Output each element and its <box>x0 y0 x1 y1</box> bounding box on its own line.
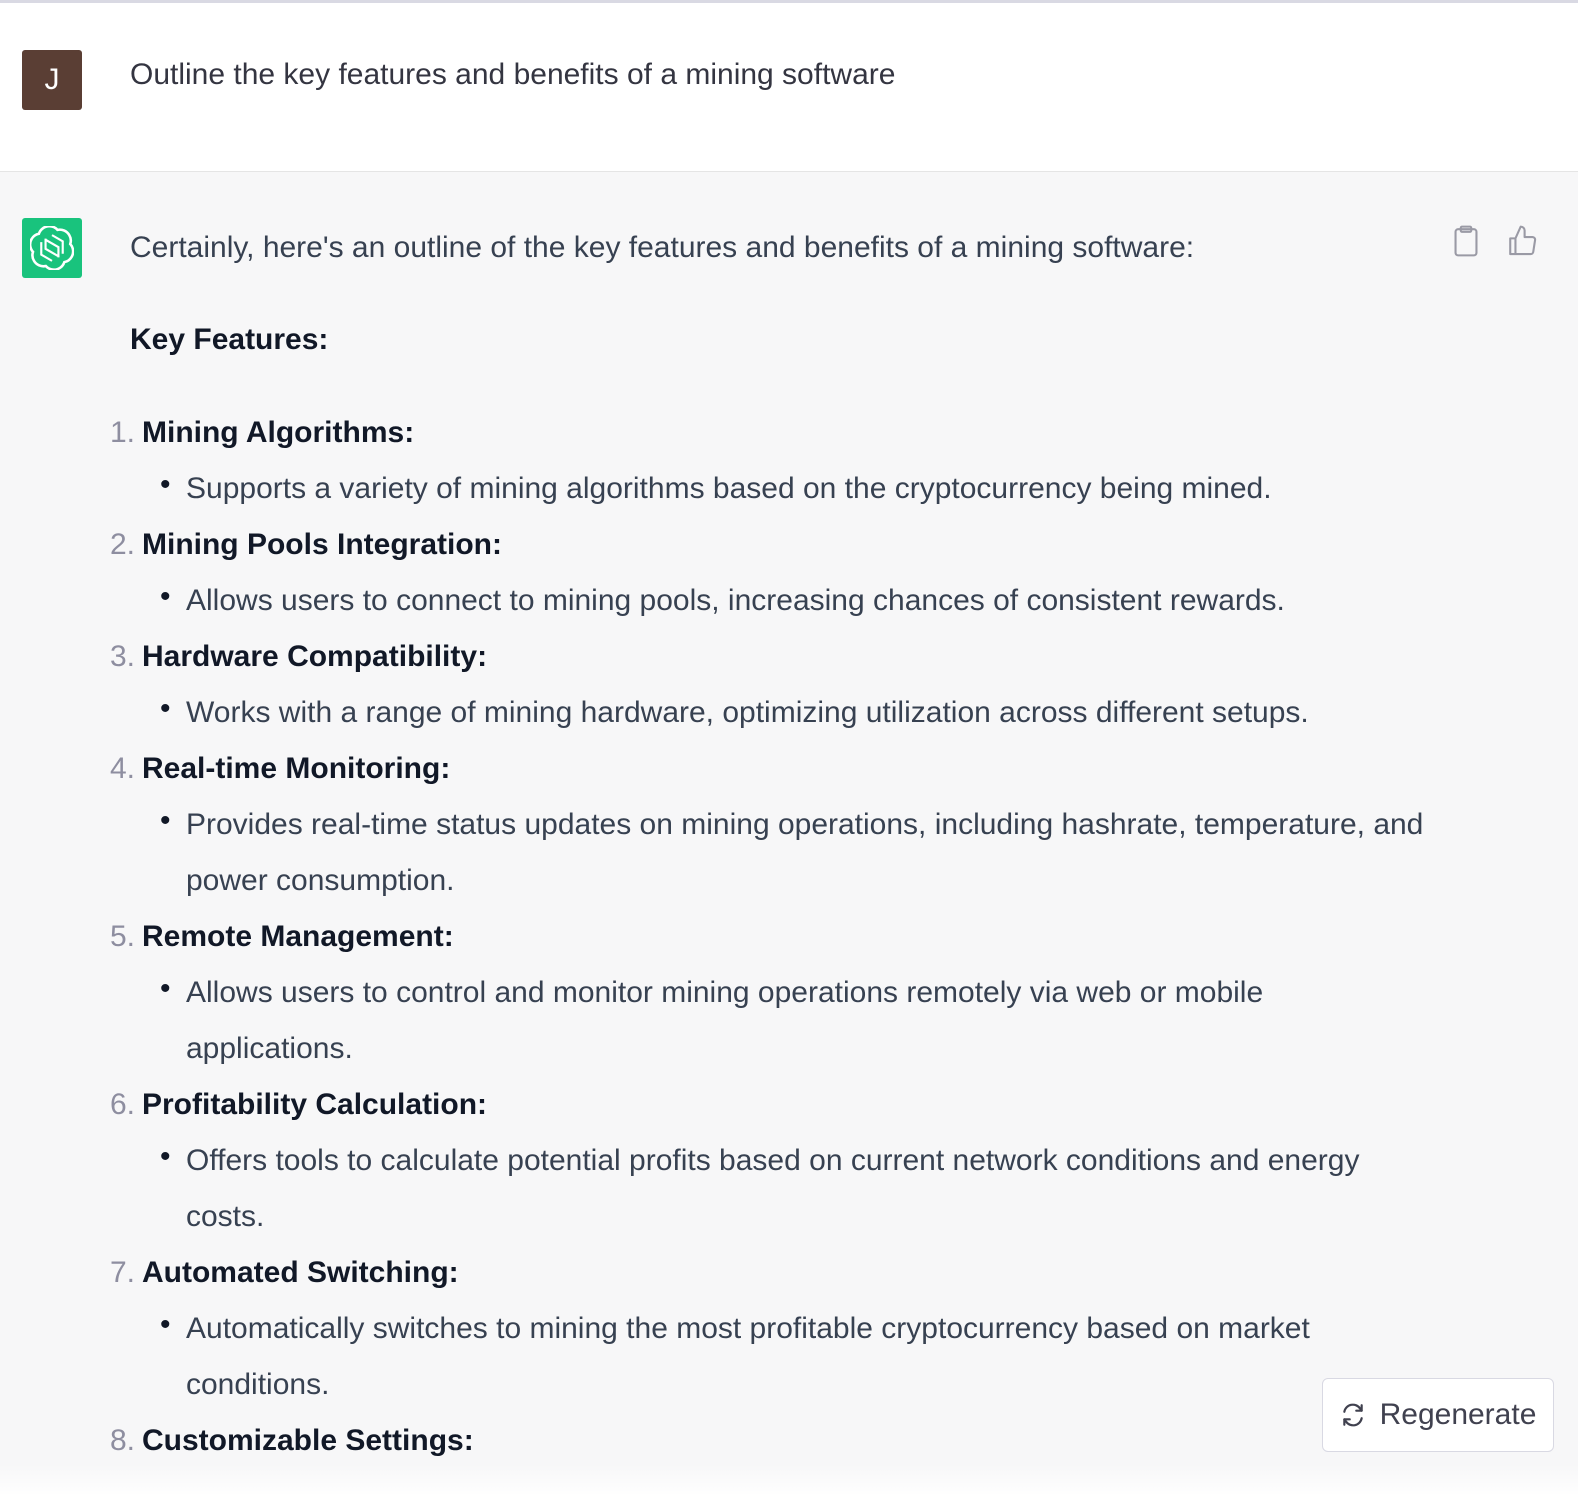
feature-description-text: Provides real-time status updates on min… <box>186 808 1424 897</box>
feature-item: 6. Profitability Calculation: • Offers to… <box>110 1077 1430 1245</box>
feature-number: 3. <box>109 640 135 673</box>
feature-number: 6. <box>109 1088 135 1121</box>
feature-number: 1. <box>109 416 135 449</box>
refresh-icon <box>1342 1403 1363 1427</box>
feature-description: • Works with a range of mining hardware, … <box>160 685 1430 741</box>
feature-description: • Supports a variety of mining algorithms… <box>160 461 1430 517</box>
assistant-avatar <box>22 218 82 278</box>
feature-item: 8. Customizable Settings: <box>110 1413 1430 1469</box>
feature-description: • Offers tools to calculate potential pro… <box>160 1133 1430 1245</box>
user-message-text: Outline the key features and benefits of… <box>130 58 896 91</box>
message-actions <box>1450 224 1538 263</box>
bullet-icon: • <box>160 692 171 725</box>
feature-description-text: Automatically switches to mining the mos… <box>186 1312 1310 1401</box>
feature-title: Remote Management: <box>142 920 454 953</box>
feature-number: 7. <box>109 1256 135 1289</box>
feature-title: Customizable Settings: <box>142 1424 474 1457</box>
assistant-message-row: Certainly, here's an outline of the key … <box>0 172 1578 1494</box>
feature-title: Automated Switching: <box>142 1256 459 1289</box>
feature-item: 4. Real-time Monitoring: • Provides real-… <box>110 741 1430 909</box>
regenerate-button[interactable]: Regenerate <box>1322 1378 1554 1452</box>
regenerate-label: Regenerate <box>1379 1398 1537 1431</box>
bullet-icon: • <box>160 468 171 501</box>
feature-title: Mining Pools Integration: <box>142 528 502 561</box>
feature-title: Hardware Compatibility: <box>142 640 488 673</box>
bullet-icon: • <box>160 972 171 1005</box>
feature-description-text: Allows users to connect to mining pools,… <box>186 584 1285 617</box>
bullet-icon: • <box>160 804 171 837</box>
feature-item: 1. Mining Algorithms: • Supports a variet… <box>110 405 1430 517</box>
feature-title: Profitability Calculation: <box>142 1088 488 1121</box>
bullet-icon: • <box>160 580 171 613</box>
feature-description-text: Works with a range of mining hardware, o… <box>186 696 1309 729</box>
feature-number: 8. <box>109 1424 135 1457</box>
assistant-message-content: Certainly, here's an outline of the key … <box>110 228 1430 1469</box>
feature-item: 5. Remote Management: • Allows users to c… <box>110 909 1430 1077</box>
feature-number: 4. <box>109 752 135 785</box>
user-message-row: J Outline the key features and benefits … <box>0 3 1578 172</box>
features-list: 1. Mining Algorithms: • Supports a variet… <box>110 405 1430 1469</box>
assistant-intro: Certainly, here's an outline of the key … <box>130 231 1195 264</box>
openai-logo-icon <box>30 226 74 270</box>
feature-description: • Provides real-time status updates on mi… <box>160 797 1430 909</box>
feature-description-text: Offers tools to calculate potential prof… <box>186 1144 1360 1233</box>
feature-description: • Automatically switches to mining the mo… <box>160 1301 1430 1413</box>
feature-description: • Allows users to control and monitor min… <box>160 965 1430 1077</box>
feature-title: Real-time Monitoring: <box>142 752 451 785</box>
feature-number: 5. <box>109 920 135 953</box>
feature-item: 7. Automated Switching: • Automatically s… <box>110 1245 1430 1413</box>
clipboard-icon[interactable] <box>1450 224 1482 263</box>
feature-item: 3. Hardware Compatibility: • Works with a… <box>110 629 1430 741</box>
bullet-icon: • <box>160 1140 171 1173</box>
bottom-fade <box>0 1464 1578 1494</box>
feature-description: • Allows users to connect to mining pools… <box>160 573 1430 629</box>
feature-number: 2. <box>109 528 135 561</box>
thumbs-up-icon[interactable] <box>1506 224 1538 263</box>
user-avatar-letter: J <box>44 63 60 96</box>
feature-description-text: Allows users to control and monitor mini… <box>186 976 1264 1065</box>
user-avatar: J <box>22 50 82 110</box>
feature-description-text: Supports a variety of mining algorithms … <box>186 472 1272 505</box>
key-features-heading: Key Features: <box>130 323 329 356</box>
bullet-icon: • <box>160 1308 171 1341</box>
feature-title: Mining Algorithms: <box>142 416 415 449</box>
feature-item: 2. Mining Pools Integration: • Allows use… <box>110 517 1430 629</box>
